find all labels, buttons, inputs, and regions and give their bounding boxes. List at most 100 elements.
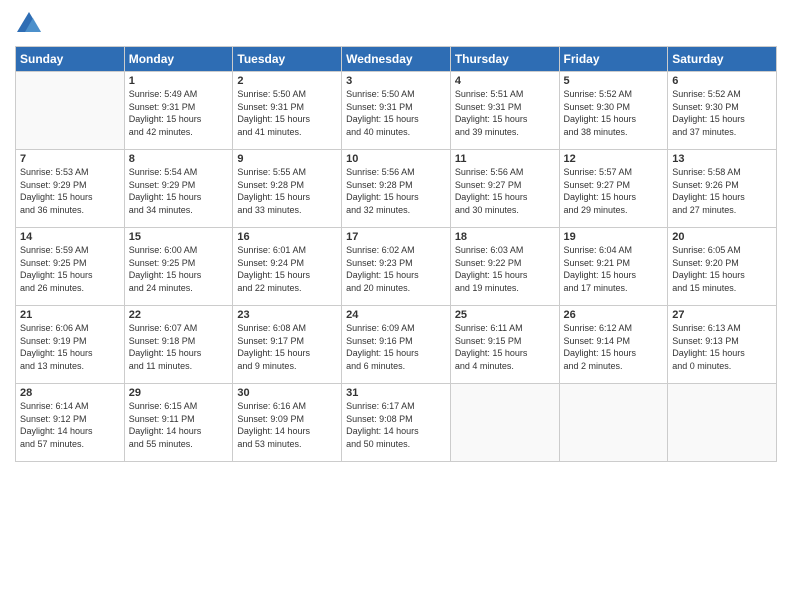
day-cell: 4Sunrise: 5:51 AM Sunset: 9:31 PM Daylig… [450,72,559,150]
calendar-header: SundayMondayTuesdayWednesdayThursdayFrid… [16,47,777,72]
day-cell: 26Sunrise: 6:12 AM Sunset: 9:14 PM Dayli… [559,306,668,384]
day-info: Sunrise: 6:11 AM Sunset: 9:15 PM Dayligh… [455,322,555,372]
day-cell: 13Sunrise: 5:58 AM Sunset: 9:26 PM Dayli… [668,150,777,228]
day-cell: 7Sunrise: 5:53 AM Sunset: 9:29 PM Daylig… [16,150,125,228]
day-cell [450,384,559,462]
day-cell: 8Sunrise: 5:54 AM Sunset: 9:29 PM Daylig… [124,150,233,228]
day-info: Sunrise: 6:05 AM Sunset: 9:20 PM Dayligh… [672,244,772,294]
day-info: Sunrise: 5:51 AM Sunset: 9:31 PM Dayligh… [455,88,555,138]
day-number: 20 [672,231,772,243]
week-row-4: 28Sunrise: 6:14 AM Sunset: 9:12 PM Dayli… [16,384,777,462]
day-cell: 6Sunrise: 5:52 AM Sunset: 9:30 PM Daylig… [668,72,777,150]
day-info: Sunrise: 5:52 AM Sunset: 9:30 PM Dayligh… [564,88,664,138]
day-cell: 9Sunrise: 5:55 AM Sunset: 9:28 PM Daylig… [233,150,342,228]
header-cell-friday: Friday [559,47,668,72]
page: SundayMondayTuesdayWednesdayThursdayFrid… [0,0,792,612]
day-number: 4 [455,75,555,87]
day-cell: 2Sunrise: 5:50 AM Sunset: 9:31 PM Daylig… [233,72,342,150]
calendar-table: SundayMondayTuesdayWednesdayThursdayFrid… [15,46,777,462]
day-number: 12 [564,153,664,165]
day-cell: 24Sunrise: 6:09 AM Sunset: 9:16 PM Dayli… [342,306,451,384]
day-info: Sunrise: 6:08 AM Sunset: 9:17 PM Dayligh… [237,322,337,372]
day-info: Sunrise: 6:07 AM Sunset: 9:18 PM Dayligh… [129,322,229,372]
day-number: 14 [20,231,120,243]
day-cell: 29Sunrise: 6:15 AM Sunset: 9:11 PM Dayli… [124,384,233,462]
day-cell: 12Sunrise: 5:57 AM Sunset: 9:27 PM Dayli… [559,150,668,228]
week-row-2: 14Sunrise: 5:59 AM Sunset: 9:25 PM Dayli… [16,228,777,306]
day-info: Sunrise: 6:16 AM Sunset: 9:09 PM Dayligh… [237,400,337,450]
day-number: 19 [564,231,664,243]
header-cell-tuesday: Tuesday [233,47,342,72]
week-row-3: 21Sunrise: 6:06 AM Sunset: 9:19 PM Dayli… [16,306,777,384]
day-number: 29 [129,387,229,399]
day-number: 30 [237,387,337,399]
day-info: Sunrise: 5:50 AM Sunset: 9:31 PM Dayligh… [237,88,337,138]
day-number: 24 [346,309,446,321]
day-cell: 22Sunrise: 6:07 AM Sunset: 9:18 PM Dayli… [124,306,233,384]
day-cell: 21Sunrise: 6:06 AM Sunset: 9:19 PM Dayli… [16,306,125,384]
day-cell: 11Sunrise: 5:56 AM Sunset: 9:27 PM Dayli… [450,150,559,228]
day-cell: 28Sunrise: 6:14 AM Sunset: 9:12 PM Dayli… [16,384,125,462]
day-number: 25 [455,309,555,321]
day-info: Sunrise: 6:00 AM Sunset: 9:25 PM Dayligh… [129,244,229,294]
day-cell: 19Sunrise: 6:04 AM Sunset: 9:21 PM Dayli… [559,228,668,306]
day-info: Sunrise: 5:58 AM Sunset: 9:26 PM Dayligh… [672,166,772,216]
day-number: 28 [20,387,120,399]
day-info: Sunrise: 6:14 AM Sunset: 9:12 PM Dayligh… [20,400,120,450]
day-cell [559,384,668,462]
day-number: 31 [346,387,446,399]
day-number: 23 [237,309,337,321]
day-number: 27 [672,309,772,321]
day-info: Sunrise: 6:04 AM Sunset: 9:21 PM Dayligh… [564,244,664,294]
day-info: Sunrise: 5:53 AM Sunset: 9:29 PM Dayligh… [20,166,120,216]
header-cell-monday: Monday [124,47,233,72]
day-cell: 1Sunrise: 5:49 AM Sunset: 9:31 PM Daylig… [124,72,233,150]
day-number: 2 [237,75,337,87]
day-info: Sunrise: 6:02 AM Sunset: 9:23 PM Dayligh… [346,244,446,294]
day-cell: 5Sunrise: 5:52 AM Sunset: 9:30 PM Daylig… [559,72,668,150]
week-row-1: 7Sunrise: 5:53 AM Sunset: 9:29 PM Daylig… [16,150,777,228]
day-number: 6 [672,75,772,87]
day-number: 8 [129,153,229,165]
day-info: Sunrise: 6:01 AM Sunset: 9:24 PM Dayligh… [237,244,337,294]
day-info: Sunrise: 6:12 AM Sunset: 9:14 PM Dayligh… [564,322,664,372]
day-number: 9 [237,153,337,165]
logo [15,10,47,38]
day-number: 22 [129,309,229,321]
day-info: Sunrise: 6:09 AM Sunset: 9:16 PM Dayligh… [346,322,446,372]
day-cell: 3Sunrise: 5:50 AM Sunset: 9:31 PM Daylig… [342,72,451,150]
day-cell: 15Sunrise: 6:00 AM Sunset: 9:25 PM Dayli… [124,228,233,306]
day-cell: 31Sunrise: 6:17 AM Sunset: 9:08 PM Dayli… [342,384,451,462]
day-info: Sunrise: 5:50 AM Sunset: 9:31 PM Dayligh… [346,88,446,138]
day-info: Sunrise: 5:56 AM Sunset: 9:27 PM Dayligh… [455,166,555,216]
day-number: 3 [346,75,446,87]
week-row-0: 1Sunrise: 5:49 AM Sunset: 9:31 PM Daylig… [16,72,777,150]
day-number: 13 [672,153,772,165]
day-number: 1 [129,75,229,87]
day-info: Sunrise: 5:54 AM Sunset: 9:29 PM Dayligh… [129,166,229,216]
day-cell [668,384,777,462]
calendar-body: 1Sunrise: 5:49 AM Sunset: 9:31 PM Daylig… [16,72,777,462]
day-info: Sunrise: 5:52 AM Sunset: 9:30 PM Dayligh… [672,88,772,138]
header [15,10,777,38]
header-cell-wednesday: Wednesday [342,47,451,72]
day-info: Sunrise: 5:59 AM Sunset: 9:25 PM Dayligh… [20,244,120,294]
day-cell: 30Sunrise: 6:16 AM Sunset: 9:09 PM Dayli… [233,384,342,462]
day-number: 11 [455,153,555,165]
day-cell: 17Sunrise: 6:02 AM Sunset: 9:23 PM Dayli… [342,228,451,306]
day-cell [16,72,125,150]
day-cell: 25Sunrise: 6:11 AM Sunset: 9:15 PM Dayli… [450,306,559,384]
day-number: 18 [455,231,555,243]
day-info: Sunrise: 6:17 AM Sunset: 9:08 PM Dayligh… [346,400,446,450]
day-info: Sunrise: 5:49 AM Sunset: 9:31 PM Dayligh… [129,88,229,138]
day-cell: 14Sunrise: 5:59 AM Sunset: 9:25 PM Dayli… [16,228,125,306]
day-number: 7 [20,153,120,165]
day-cell: 23Sunrise: 6:08 AM Sunset: 9:17 PM Dayli… [233,306,342,384]
day-info: Sunrise: 6:13 AM Sunset: 9:13 PM Dayligh… [672,322,772,372]
day-number: 17 [346,231,446,243]
day-number: 15 [129,231,229,243]
day-number: 5 [564,75,664,87]
logo-icon [15,10,43,38]
day-number: 21 [20,309,120,321]
day-cell: 20Sunrise: 6:05 AM Sunset: 9:20 PM Dayli… [668,228,777,306]
